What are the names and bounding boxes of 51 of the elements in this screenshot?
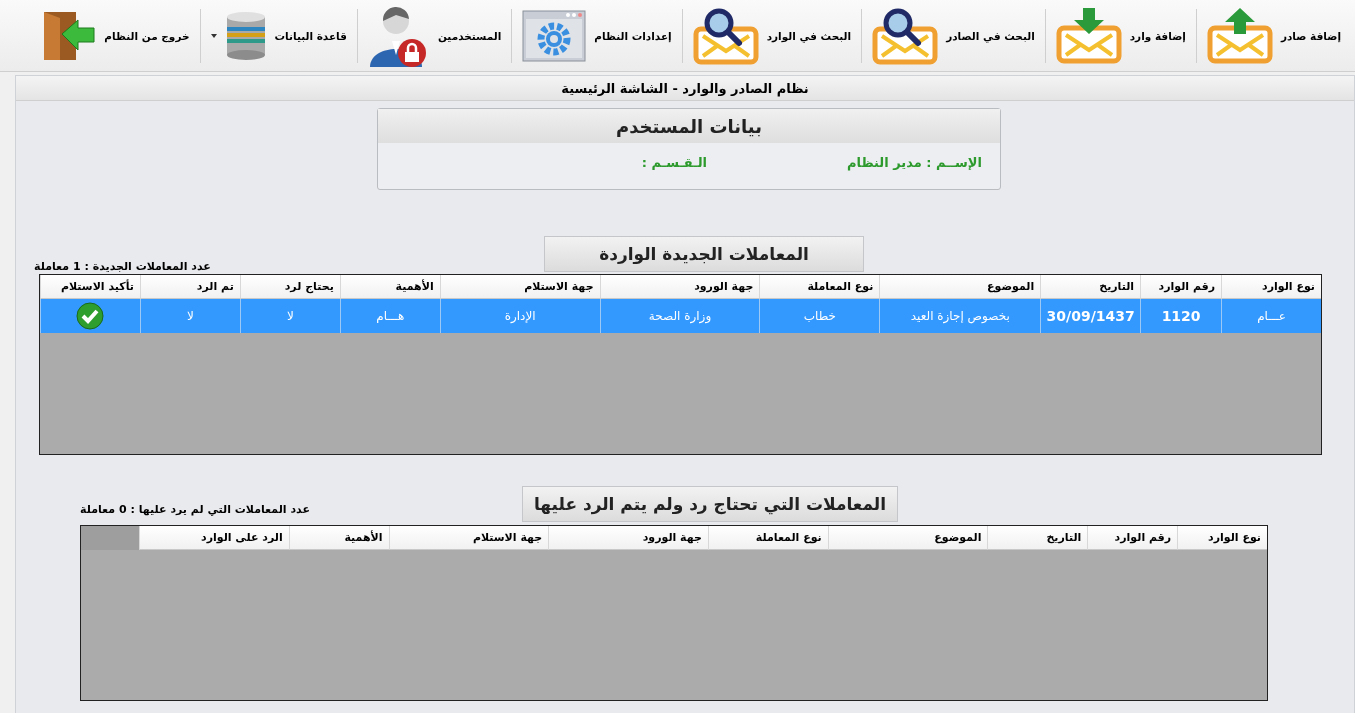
envelope-magnifier-icon [692, 6, 759, 65]
envelope-down-arrow-icon [1055, 7, 1122, 64]
column-header[interactable]: التاريخ [987, 526, 1088, 550]
toolbar-button[interactable]: إضافة صادر [1200, 2, 1347, 69]
column-header[interactable]: نوع المعاملة [708, 526, 828, 550]
screen-title: نظام الصادر والوارد - الشاشة الرئيسية [561, 80, 809, 96]
column-header[interactable]: تأكيد الاستلام [40, 275, 140, 299]
table-cell: 30/09/1437 [1040, 299, 1141, 333]
toolbar-button[interactable]: البحث في الوارد [686, 2, 858, 69]
toolbar-button[interactable]: قاعدة البيانات [204, 2, 353, 69]
table-cell: لا [239, 299, 340, 333]
table-cell: لا [139, 299, 240, 333]
user-name-label: الإســم : مدير النظام [846, 155, 982, 170]
table-cell: 1120 [1140, 299, 1222, 333]
column-header[interactable]: جهة الاستلام [388, 526, 549, 550]
column-header[interactable]: الرد على الوارد [139, 526, 289, 550]
table-cell: هـــام [339, 299, 440, 333]
table-cell: خطاب [759, 299, 880, 333]
toolbar-button[interactable]: إعدادات النظام [516, 2, 678, 69]
toolbar-button[interactable]: إضافة وارد [1049, 2, 1192, 69]
column-header[interactable]: تم الرد [139, 275, 240, 299]
section-title: المعاملات الجديدة الواردة [544, 236, 864, 272]
card-title: بيانات المستخدم [378, 109, 1000, 143]
caret-icon[interactable] [210, 33, 217, 38]
column-header[interactable]: نوع الوارد [1177, 526, 1267, 550]
section-title: المعاملات التي تحتاج رد ولم يتم الرد عليها [522, 486, 898, 522]
column-header[interactable]: نوع المعاملة [759, 275, 880, 299]
table-cell: الإدارة [439, 299, 600, 333]
column-header[interactable]: الأهمية [339, 275, 440, 299]
toolbar-button[interactable]: البحث في الصادر [866, 2, 1041, 69]
toolbar-button[interactable]: خروج من النظام [34, 2, 196, 69]
column-header[interactable]: يحتاج لرد [239, 275, 340, 299]
column-header[interactable]: الأهمية [288, 526, 389, 550]
column-header[interactable]: الموضوع [879, 275, 1041, 299]
toolbar-button[interactable]: المستخدمين [361, 2, 508, 69]
column-header[interactable]: جهة الاستلام [439, 275, 600, 299]
envelope-magnifier-icon [872, 6, 939, 65]
department-label: الـقـسـم : [641, 155, 707, 170]
column-header[interactable]: نوع الوارد [1221, 275, 1321, 299]
database-icon [224, 10, 267, 61]
column-header[interactable]: جهة الورود [599, 275, 760, 299]
envelope-up-arrow-icon [1206, 7, 1273, 64]
table-cell: وزارة الصحة [599, 299, 760, 333]
column-header[interactable]: جهة الورود [548, 526, 708, 550]
column-header[interactable]: الموضوع [827, 526, 988, 550]
column-header[interactable]: رقم الوارد [1087, 526, 1178, 550]
table-cell: بخصوص إجازة العيد [879, 299, 1041, 333]
table-cell: عـــام [1221, 299, 1321, 333]
column-header[interactable]: التاريخ [1040, 275, 1141, 299]
column-header[interactable]: رقم الوارد [1140, 275, 1222, 299]
gear-window-icon [522, 8, 587, 63]
